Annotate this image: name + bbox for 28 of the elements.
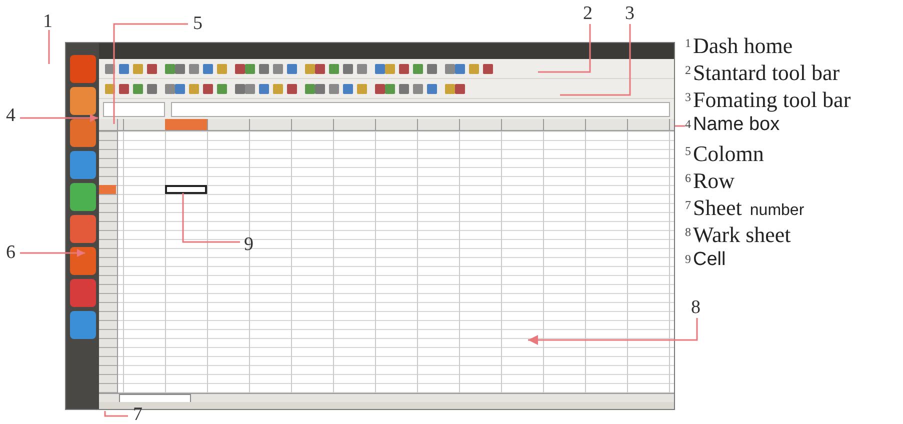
- callout-number: 6: [6, 243, 16, 262]
- legend-label: Dash home: [693, 33, 793, 59]
- legend-label: Stantard tool bar: [693, 60, 840, 86]
- legend-label: Wark sheet: [693, 222, 791, 248]
- legend-label: Colomn: [693, 141, 764, 167]
- legend-number: 1: [685, 36, 691, 51]
- callout-number: 3: [625, 4, 634, 23]
- legend-label: Name box: [693, 114, 780, 136]
- legend-number: 7: [685, 198, 691, 213]
- legend-number: 3: [685, 90, 691, 105]
- legend-number: 9: [685, 252, 691, 267]
- legend-number: 6: [685, 171, 691, 186]
- legend-number: 5: [685, 144, 691, 159]
- callout-number: 9: [244, 235, 254, 254]
- legend-number: 2: [685, 63, 691, 78]
- callout-number: 2: [583, 4, 592, 23]
- legend-label: Fomating tool bar: [693, 87, 851, 113]
- callout-number: 1: [43, 12, 52, 31]
- legend-note: number: [750, 202, 804, 220]
- callout-number: 7: [133, 405, 142, 424]
- legend-label: Cell: [693, 249, 726, 271]
- legend-number: 8: [685, 225, 691, 240]
- legend-label: Sheet: [693, 195, 742, 221]
- legend-number: 4: [685, 117, 691, 132]
- legend-label: Row: [693, 168, 735, 194]
- callout-number: 5: [193, 14, 202, 33]
- callout-number: 4: [6, 106, 16, 125]
- callout-number: 8: [691, 298, 700, 317]
